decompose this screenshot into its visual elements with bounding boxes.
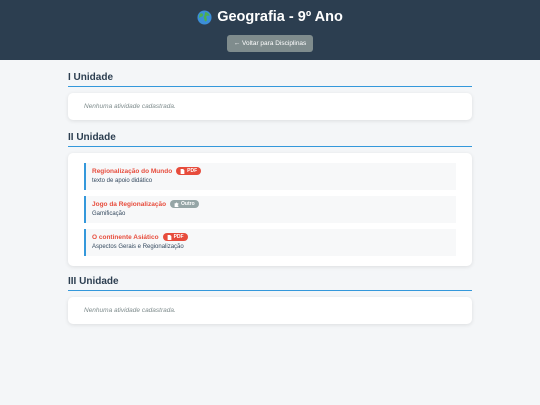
file-icon bbox=[180, 168, 185, 174]
page-title-row: Geografia - 9º Ano bbox=[197, 9, 343, 25]
back-to-subjects-button[interactable]: ← Voltar para Disciplinas bbox=[226, 34, 314, 52]
other-badge: Outro bbox=[170, 200, 199, 208]
badge-label: PDF bbox=[173, 234, 184, 240]
badge-label: PDF bbox=[187, 168, 198, 174]
activity-description: texto de apoio didático bbox=[92, 178, 153, 184]
activity-item: O continente Asiático PDF Aspectos Gerai… bbox=[84, 229, 456, 256]
unit-heading: II Unidade bbox=[68, 132, 472, 147]
activity-description: Aspectos Gerais e Regionalização bbox=[92, 244, 184, 250]
activity-description: Gamificação bbox=[92, 211, 126, 217]
unit-card: Nenhuma atividade cadastrada. bbox=[68, 297, 472, 324]
main-content: I Unidade Nenhuma atividade cadastrada. … bbox=[0, 60, 540, 324]
file-icon bbox=[167, 234, 171, 240]
activity-link[interactable]: Jogo da Regionalização bbox=[92, 201, 166, 208]
pdf-badge: PDF bbox=[162, 233, 188, 241]
page-header: Geografia - 9º Ano ← Voltar para Discipl… bbox=[0, 0, 540, 60]
globe-icon bbox=[197, 9, 212, 25]
puzzle-icon bbox=[174, 202, 179, 207]
activity-link[interactable]: O continente Asiático bbox=[92, 234, 159, 241]
badge-label: Outro bbox=[181, 201, 195, 207]
page-title: Geografia - 9º Ano bbox=[217, 9, 343, 25]
unit-card: Nenhuma atividade cadastrada. bbox=[68, 93, 472, 120]
unit-heading: I Unidade bbox=[68, 72, 472, 87]
activity-link[interactable]: Regionalização do Mundo bbox=[92, 168, 172, 175]
unit-card: Regionalização do Mundo PDF texto de apo… bbox=[68, 153, 472, 266]
unit-heading: III Unidade bbox=[68, 276, 472, 291]
activity-item: Regionalização do Mundo PDF texto de apo… bbox=[84, 163, 456, 190]
pdf-badge: PDF bbox=[176, 167, 202, 175]
empty-message: Nenhuma atividade cadastrada. bbox=[84, 307, 176, 314]
empty-message: Nenhuma atividade cadastrada. bbox=[84, 103, 176, 110]
activity-item: Jogo da Regionalização Outro Gamificação bbox=[84, 196, 456, 223]
